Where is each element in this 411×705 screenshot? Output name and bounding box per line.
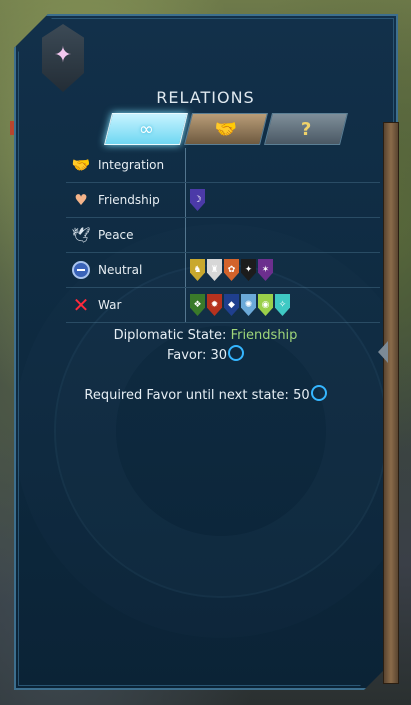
faction-shield[interactable]: ✦ — [241, 259, 256, 281]
faction-shield[interactable]: ✹ — [207, 294, 222, 316]
relation-row-peace: 🕊 Peace — [66, 218, 380, 253]
handshake-icon: 🤝 — [214, 118, 238, 140]
faction-shield[interactable]: ✧ — [275, 294, 290, 316]
relation-row-friendship: ♥ Friendship ☽ — [66, 183, 380, 218]
tab-integration[interactable]: ∞ — [104, 113, 188, 145]
relations-tabs: ∞ 🤝 ? — [104, 113, 348, 145]
required-favor-label: Required Favor until next state: — [84, 388, 289, 403]
relation-row-war: ✕ War ❖ ✹ ◆ ✺ ◉ ✧ — [66, 288, 380, 323]
faction-shield[interactable]: ✶ — [258, 259, 273, 281]
faction-shield[interactable]: ◉ — [258, 294, 273, 316]
faction-list: ❖ ✹ ◆ ✺ ◉ ✧ — [186, 294, 290, 316]
diplomatic-state: Diplomatic State: Friendship Favor: 30 — [0, 326, 411, 365]
faction-shield[interactable]: ✺ — [241, 294, 256, 316]
favor-value: 30 — [210, 348, 228, 363]
link-icon: ∞ — [138, 118, 154, 140]
faction-shield[interactable]: ☽ — [190, 189, 205, 211]
hands-heart-icon: ♥ — [74, 191, 88, 209]
question-icon: ? — [300, 118, 312, 140]
faction-shield[interactable]: ♞ — [190, 259, 205, 281]
relation-row-neutral: Neutral ♞ ♜ ✿ ✦ ✶ — [66, 253, 380, 288]
star-icon: ✦ — [53, 42, 73, 68]
faction-list: ♞ ♜ ✿ ✦ ✶ — [186, 259, 273, 281]
neutral-circle-icon — [72, 261, 90, 279]
tab-unknown[interactable]: ? — [264, 113, 348, 145]
favor-label: Favor: — [166, 348, 207, 363]
relation-label: Neutral — [98, 263, 143, 277]
relation-label: Friendship — [98, 193, 160, 207]
faction-shield[interactable]: ✿ — [224, 259, 239, 281]
required-favor: Required Favor until next state: 50 — [0, 385, 411, 403]
favor-icon — [310, 385, 327, 401]
favor-icon — [228, 345, 245, 361]
tab-friendship[interactable]: 🤝 — [184, 113, 268, 145]
handshake-icon: 🤝 — [71, 156, 91, 174]
diplomatic-state-label: Diplomatic State: — [113, 328, 227, 343]
panel-side-scroll[interactable] — [378, 122, 399, 684]
required-favor-value: 50 — [293, 388, 310, 403]
relation-row-integration: 🤝 Integration — [66, 148, 380, 183]
faction-shield[interactable]: ◆ — [224, 294, 239, 316]
crossed-swords-icon: ✕ — [72, 293, 90, 317]
panel-title: RELATIONS — [156, 88, 255, 107]
relation-label: Peace — [98, 228, 134, 242]
relation-label: Integration — [98, 158, 165, 172]
faction-shield[interactable]: ❖ — [190, 294, 205, 316]
diplomatic-state-value: Friendship — [230, 328, 298, 343]
dove-icon: 🕊 — [71, 226, 91, 244]
relations-table: 🤝 Integration ♥ Friendship ☽ 🕊 Peace Neu… — [66, 148, 380, 323]
relation-label: War — [98, 298, 122, 312]
faction-list: ☽ — [186, 189, 205, 211]
faction-shield[interactable]: ♜ — [207, 259, 222, 281]
